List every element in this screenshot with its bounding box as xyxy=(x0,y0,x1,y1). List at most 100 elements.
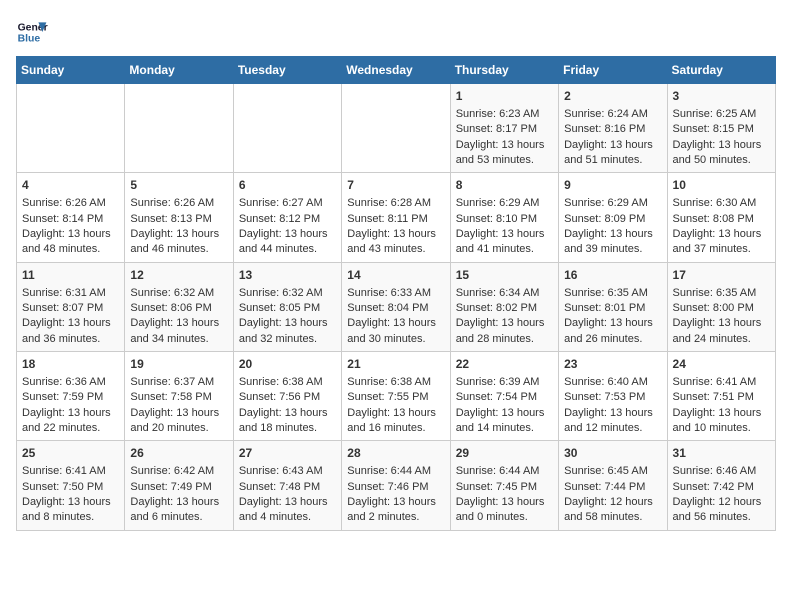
day-info-line: and 2 minutes. xyxy=(347,510,444,525)
day-info-line: Daylight: 13 hours xyxy=(564,406,661,421)
day-header-wednesday: Wednesday xyxy=(342,57,450,84)
day-info-line: Daylight: 13 hours xyxy=(456,406,553,421)
day-number: 21 xyxy=(347,356,444,373)
day-info-line: and 16 minutes. xyxy=(347,421,444,436)
day-info-line: Sunset: 7:53 PM xyxy=(564,390,661,405)
day-info-line: Daylight: 12 hours xyxy=(673,495,770,510)
day-info-line: and 37 minutes. xyxy=(673,242,770,257)
day-header-thursday: Thursday xyxy=(450,57,558,84)
day-info-line: Sunset: 8:17 PM xyxy=(456,122,553,137)
day-info-line: Sunrise: 6:38 AM xyxy=(347,375,444,390)
day-info-line: and 43 minutes. xyxy=(347,242,444,257)
day-info-line: Daylight: 13 hours xyxy=(456,316,553,331)
day-info-line: Sunset: 8:08 PM xyxy=(673,212,770,227)
calendar-cell: 21Sunrise: 6:38 AMSunset: 7:55 PMDayligh… xyxy=(342,352,450,441)
day-info-line: Sunrise: 6:41 AM xyxy=(673,375,770,390)
calendar-body: 1Sunrise: 6:23 AMSunset: 8:17 PMDaylight… xyxy=(17,84,776,531)
calendar-cell: 10Sunrise: 6:30 AMSunset: 8:08 PMDayligh… xyxy=(667,173,775,262)
day-number: 28 xyxy=(347,445,444,462)
day-info-line: Daylight: 13 hours xyxy=(456,495,553,510)
day-info-line: and 18 minutes. xyxy=(239,421,336,436)
week-row-3: 11Sunrise: 6:31 AMSunset: 8:07 PMDayligh… xyxy=(17,262,776,351)
calendar-cell: 15Sunrise: 6:34 AMSunset: 8:02 PMDayligh… xyxy=(450,262,558,351)
day-info-line: Sunset: 8:11 PM xyxy=(347,212,444,227)
calendar-header: SundayMondayTuesdayWednesdayThursdayFrid… xyxy=(17,57,776,84)
day-header-saturday: Saturday xyxy=(667,57,775,84)
day-info-line: and 28 minutes. xyxy=(456,332,553,347)
day-number: 15 xyxy=(456,267,553,284)
day-info-line: and 51 minutes. xyxy=(564,153,661,168)
day-number: 2 xyxy=(564,88,661,105)
calendar-cell: 9Sunrise: 6:29 AMSunset: 8:09 PMDaylight… xyxy=(559,173,667,262)
day-info-line: Daylight: 12 hours xyxy=(564,495,661,510)
day-info-line: Sunset: 7:44 PM xyxy=(564,480,661,495)
calendar-cell: 2Sunrise: 6:24 AMSunset: 8:16 PMDaylight… xyxy=(559,84,667,173)
day-info-line: Sunset: 8:09 PM xyxy=(564,212,661,227)
day-info-line: and 24 minutes. xyxy=(673,332,770,347)
calendar-cell: 14Sunrise: 6:33 AMSunset: 8:04 PMDayligh… xyxy=(342,262,450,351)
day-number: 12 xyxy=(130,267,227,284)
day-number: 7 xyxy=(347,177,444,194)
week-row-4: 18Sunrise: 6:36 AMSunset: 7:59 PMDayligh… xyxy=(17,352,776,441)
day-number: 5 xyxy=(130,177,227,194)
day-number: 20 xyxy=(239,356,336,373)
calendar-cell: 25Sunrise: 6:41 AMSunset: 7:50 PMDayligh… xyxy=(17,441,125,530)
day-info-line: and 58 minutes. xyxy=(564,510,661,525)
calendar-cell: 3Sunrise: 6:25 AMSunset: 8:15 PMDaylight… xyxy=(667,84,775,173)
day-number: 31 xyxy=(673,445,770,462)
calendar-cell xyxy=(233,84,341,173)
calendar-cell: 17Sunrise: 6:35 AMSunset: 8:00 PMDayligh… xyxy=(667,262,775,351)
day-info-line: Sunset: 7:46 PM xyxy=(347,480,444,495)
day-info-line: Sunrise: 6:27 AM xyxy=(239,196,336,211)
day-info-line: Sunrise: 6:32 AM xyxy=(239,286,336,301)
day-info-line: Sunrise: 6:29 AM xyxy=(456,196,553,211)
day-number: 1 xyxy=(456,88,553,105)
day-info-line: and 41 minutes. xyxy=(456,242,553,257)
calendar-cell: 31Sunrise: 6:46 AMSunset: 7:42 PMDayligh… xyxy=(667,441,775,530)
logo: General Blue xyxy=(16,16,48,48)
day-info-line: Daylight: 13 hours xyxy=(347,227,444,242)
calendar-cell: 6Sunrise: 6:27 AMSunset: 8:12 PMDaylight… xyxy=(233,173,341,262)
day-info-line: Sunrise: 6:28 AM xyxy=(347,196,444,211)
calendar-cell: 23Sunrise: 6:40 AMSunset: 7:53 PMDayligh… xyxy=(559,352,667,441)
day-info-line: Sunrise: 6:34 AM xyxy=(456,286,553,301)
day-info-line: Sunrise: 6:46 AM xyxy=(673,464,770,479)
day-info-line: Sunrise: 6:37 AM xyxy=(130,375,227,390)
calendar-cell: 26Sunrise: 6:42 AMSunset: 7:49 PMDayligh… xyxy=(125,441,233,530)
day-info-line: Daylight: 13 hours xyxy=(239,495,336,510)
day-number: 10 xyxy=(673,177,770,194)
day-info-line: Sunrise: 6:42 AM xyxy=(130,464,227,479)
calendar-cell xyxy=(125,84,233,173)
day-number: 23 xyxy=(564,356,661,373)
day-info-line: Sunset: 8:06 PM xyxy=(130,301,227,316)
day-number: 27 xyxy=(239,445,336,462)
page-header: General Blue xyxy=(16,16,776,48)
day-info-line: Sunset: 7:45 PM xyxy=(456,480,553,495)
day-info-line: and 34 minutes. xyxy=(130,332,227,347)
day-info-line: Daylight: 13 hours xyxy=(239,316,336,331)
day-header-monday: Monday xyxy=(125,57,233,84)
day-info-line: Sunrise: 6:43 AM xyxy=(239,464,336,479)
day-number: 26 xyxy=(130,445,227,462)
day-info-line: and 39 minutes. xyxy=(564,242,661,257)
day-header-sunday: Sunday xyxy=(17,57,125,84)
day-number: 9 xyxy=(564,177,661,194)
day-number: 14 xyxy=(347,267,444,284)
day-number: 24 xyxy=(673,356,770,373)
calendar-cell: 8Sunrise: 6:29 AMSunset: 8:10 PMDaylight… xyxy=(450,173,558,262)
day-info-line: and 50 minutes. xyxy=(673,153,770,168)
day-info-line: Sunrise: 6:44 AM xyxy=(456,464,553,479)
calendar-cell: 16Sunrise: 6:35 AMSunset: 8:01 PMDayligh… xyxy=(559,262,667,351)
day-info-line: and 32 minutes. xyxy=(239,332,336,347)
calendar-cell: 11Sunrise: 6:31 AMSunset: 8:07 PMDayligh… xyxy=(17,262,125,351)
day-info-line: Daylight: 13 hours xyxy=(130,406,227,421)
day-info-line: and 48 minutes. xyxy=(22,242,119,257)
day-number: 3 xyxy=(673,88,770,105)
day-info-line: and 20 minutes. xyxy=(130,421,227,436)
calendar-cell: 24Sunrise: 6:41 AMSunset: 7:51 PMDayligh… xyxy=(667,352,775,441)
calendar-cell: 18Sunrise: 6:36 AMSunset: 7:59 PMDayligh… xyxy=(17,352,125,441)
day-number: 17 xyxy=(673,267,770,284)
day-info-line: Daylight: 13 hours xyxy=(564,138,661,153)
logo-icon: General Blue xyxy=(16,16,48,48)
day-info-line: and 53 minutes. xyxy=(456,153,553,168)
